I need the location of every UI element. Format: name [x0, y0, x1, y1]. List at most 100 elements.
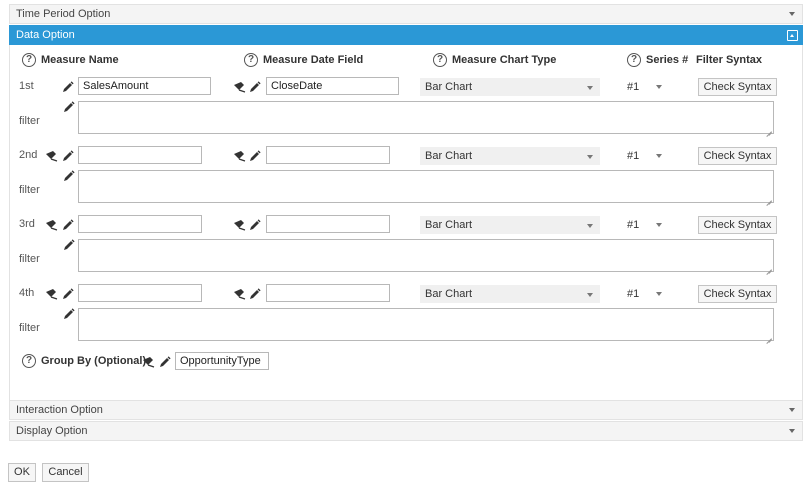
chart-type-select[interactable]: Bar Chart: [420, 78, 600, 96]
resize-grip-icon[interactable]: [766, 126, 772, 132]
time-period-option-label: Time Period Option: [16, 8, 111, 20]
pencil-icon[interactable]: [249, 219, 261, 231]
cancel-button[interactable]: Cancel: [42, 463, 89, 482]
filter-label: filter: [19, 322, 40, 334]
filter-textarea[interactable]: [78, 101, 774, 134]
pencil-icon[interactable]: [63, 101, 75, 113]
group-by-label: Group By (Optional):: [41, 355, 150, 367]
pencil-icon[interactable]: [62, 81, 74, 93]
help-icon[interactable]: ?: [433, 53, 447, 67]
eraser-icon[interactable]: [45, 288, 58, 300]
pencil-icon[interactable]: [159, 356, 171, 368]
eraser-icon[interactable]: [45, 219, 58, 231]
filter-label: filter: [19, 115, 40, 127]
help-icon[interactable]: ?: [627, 53, 641, 67]
chevron-down-icon: [656, 154, 662, 158]
chart-type-value: Bar Chart: [425, 150, 473, 162]
pencil-icon[interactable]: [63, 239, 75, 251]
data-option-panel: ? Measure Name ? Measure Date Field ? Me…: [9, 45, 803, 401]
filter-label: filter: [19, 184, 40, 196]
series-select[interactable]: #1: [624, 285, 666, 303]
help-icon[interactable]: ?: [22, 53, 36, 67]
measure-chart-type-header: Measure Chart Type: [452, 54, 557, 66]
eraser-icon[interactable]: [233, 150, 246, 162]
series-value: #1: [627, 219, 640, 231]
pencil-icon[interactable]: [62, 219, 74, 231]
time-period-option-header[interactable]: Time Period Option: [9, 4, 803, 24]
chevron-down-icon: [789, 12, 795, 16]
eraser-icon[interactable]: [45, 150, 58, 162]
row-label: 1st: [19, 80, 34, 92]
measure-date-field-input[interactable]: [266, 146, 390, 164]
eraser-icon[interactable]: [233, 219, 246, 231]
chevron-down-icon: [789, 429, 795, 433]
interaction-option-label: Interaction Option: [16, 404, 103, 416]
chevron-down-icon: [656, 223, 662, 227]
ok-button[interactable]: OK: [8, 463, 36, 482]
pencil-icon[interactable]: [249, 150, 261, 162]
chevron-down-icon: [656, 292, 662, 296]
check-syntax-button[interactable]: Check Syntax: [698, 216, 777, 234]
data-option-header[interactable]: Data Option: [9, 25, 803, 45]
pencil-icon[interactable]: [63, 170, 75, 182]
chart-type-select[interactable]: Bar Chart: [420, 285, 600, 303]
filter-textarea[interactable]: [78, 170, 774, 203]
filter-textarea[interactable]: [78, 239, 774, 272]
check-syntax-button[interactable]: Check Syntax: [698, 147, 777, 165]
measure-name-input[interactable]: [78, 146, 202, 164]
chart-type-select[interactable]: Bar Chart: [420, 147, 600, 165]
measure-name-header: Measure Name: [41, 54, 119, 66]
series-value: #1: [627, 150, 640, 162]
chevron-down-icon: [587, 224, 593, 228]
chevron-down-icon: [789, 408, 795, 412]
series-select[interactable]: #1: [624, 78, 666, 96]
pencil-icon[interactable]: [249, 288, 261, 300]
chart-type-select[interactable]: Bar Chart: [420, 216, 600, 234]
display-option-header[interactable]: Display Option: [9, 421, 803, 441]
chart-type-value: Bar Chart: [425, 288, 473, 300]
series-value: #1: [627, 81, 640, 93]
row-label: 3rd: [19, 218, 35, 230]
display-option-label: Display Option: [16, 425, 88, 437]
row-label: 4th: [19, 287, 35, 299]
resize-grip-icon[interactable]: [766, 333, 772, 339]
pencil-icon[interactable]: [63, 308, 75, 320]
pencil-icon[interactable]: [62, 150, 74, 162]
help-icon[interactable]: ?: [22, 354, 36, 368]
group-by-input[interactable]: OpportunityType: [175, 352, 269, 370]
pencil-icon[interactable]: [249, 81, 261, 93]
filter-label: filter: [19, 253, 40, 265]
filter-syntax-header: Filter Syntax: [696, 54, 763, 66]
chevron-down-icon: [587, 86, 593, 90]
eraser-icon[interactable]: [142, 356, 155, 368]
eraser-icon[interactable]: [233, 81, 246, 93]
check-syntax-button[interactable]: Check Syntax: [698, 285, 777, 303]
series-value: #1: [627, 288, 640, 300]
interaction-option-header[interactable]: Interaction Option: [9, 400, 803, 420]
series-select[interactable]: #1: [624, 216, 666, 234]
measure-name-input[interactable]: [78, 284, 202, 302]
pencil-icon[interactable]: [62, 288, 74, 300]
row-label: 2nd: [19, 149, 38, 161]
series-select[interactable]: #1: [624, 147, 666, 165]
check-syntax-button[interactable]: Check Syntax: [698, 78, 777, 96]
measure-name-input[interactable]: SalesAmount: [78, 77, 211, 95]
resize-grip-icon[interactable]: [766, 195, 772, 201]
chevron-down-icon: [587, 155, 593, 159]
resize-grip-icon[interactable]: [766, 264, 772, 270]
data-option-label: Data Option: [16, 29, 75, 41]
filter-textarea[interactable]: [78, 308, 774, 341]
collapse-icon[interactable]: [787, 30, 798, 41]
measure-date-field-input[interactable]: [266, 284, 390, 302]
chart-type-value: Bar Chart: [425, 81, 473, 93]
help-icon[interactable]: ?: [244, 53, 258, 67]
measure-date-field-input[interactable]: CloseDate: [266, 77, 399, 95]
chart-type-value: Bar Chart: [425, 219, 473, 231]
measure-date-field-header: Measure Date Field: [263, 54, 364, 66]
measure-name-input[interactable]: [78, 215, 202, 233]
measure-date-field-input[interactable]: [266, 215, 390, 233]
series-header: Series #: [646, 54, 689, 66]
chevron-down-icon: [587, 293, 593, 297]
chevron-down-icon: [656, 85, 662, 89]
eraser-icon[interactable]: [233, 288, 246, 300]
